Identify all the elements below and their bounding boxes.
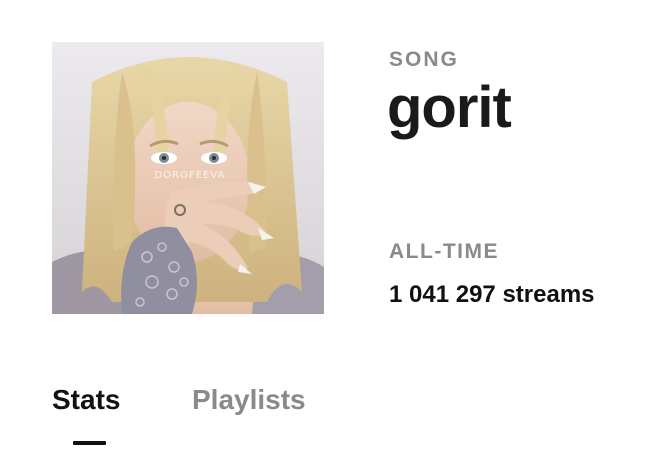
active-tab-indicator (73, 441, 106, 445)
tab-bar: Stats Playlists (52, 384, 452, 454)
song-stats-page: DOROFEEVA SONG gorit ALL-TIME 1 041 297 … (0, 0, 652, 474)
tab-playlists[interactable]: Playlists (192, 384, 306, 416)
album-cover-image: DOROFEEVA (52, 42, 324, 314)
item-type-label: SONG (389, 48, 459, 71)
streams-count: 1 041 297 streams (389, 281, 595, 308)
stat-period-label: ALL-TIME (389, 240, 499, 263)
cover-artist-watermark: DOROFEEVA (154, 170, 226, 181)
song-title: gorit (387, 75, 512, 140)
tab-stats[interactable]: Stats (52, 384, 120, 416)
